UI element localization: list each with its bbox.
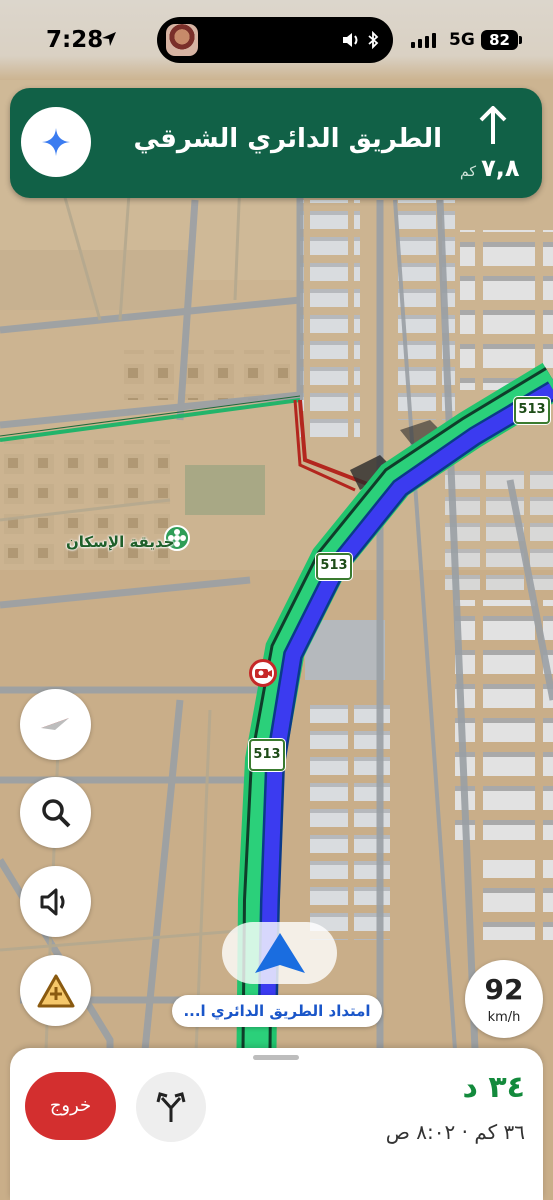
network-type: 5G: [449, 30, 475, 50]
drag-handle[interactable]: [253, 1055, 299, 1060]
distance-value: ٧,٨: [481, 154, 520, 182]
route-shield: 513: [249, 739, 285, 771]
next-street-name: الطريق الدائري الشرقي: [133, 124, 442, 154]
speaker-icon: [40, 888, 64, 915]
search-icon: [41, 798, 70, 827]
current-road-label: امتداد الطريق الدائري ا...: [172, 995, 382, 1027]
speedometer: 92 km/h: [465, 960, 543, 1038]
distance-to-maneuver: ٧,٨ كم: [460, 154, 520, 182]
eta-details: ٣٦ كم · ٨:٠٢ ص: [385, 1120, 525, 1144]
navigation-arrow-icon: [255, 933, 305, 973]
current-location-puck: [222, 922, 337, 984]
trip-summary-sheet[interactable]: خروج ٣٤ د ٣٦ كم · ٨:٠٢ ص: [10, 1048, 543, 1200]
gemini-button[interactable]: [21, 107, 91, 177]
speed-unit: km/h: [487, 1010, 521, 1025]
report-incident-button[interactable]: [20, 955, 91, 1026]
status-bar: 7:28 5G 82: [0, 0, 553, 80]
report-incident-icon: [37, 974, 74, 1007]
battery-icon: 82: [481, 30, 518, 50]
poi-label[interactable]: حديقة الإسكان: [66, 533, 174, 551]
speed-camera-marker[interactable]: [249, 659, 277, 687]
direction-banner[interactable]: الطريق الدائري الشرقي ٧,٨ كم: [10, 88, 542, 198]
speed-value: 92: [484, 973, 524, 1006]
gemini-sparkle-icon: [42, 128, 70, 156]
bluetooth-icon: [368, 31, 379, 49]
eta-duration: ٣٤ د: [462, 1070, 525, 1105]
compass-icon: [40, 717, 69, 730]
speed-camera-icon: [255, 669, 272, 678]
location-arrow-icon: [102, 32, 116, 46]
compass-button[interactable]: [20, 689, 91, 760]
cellular-signal-icon: [411, 33, 436, 48]
search-button[interactable]: [20, 777, 91, 848]
route-shield: 513: [514, 397, 550, 424]
distance-unit: كم: [460, 164, 476, 180]
clock: 7:28: [46, 27, 104, 53]
exit-navigation-button[interactable]: خروج: [25, 1072, 116, 1140]
avatar: [166, 24, 198, 56]
straight-arrow-icon: [479, 106, 507, 144]
alternate-routes-icon: [156, 1092, 186, 1122]
route-shield: 513: [316, 553, 352, 580]
speaker-icon: [343, 33, 358, 47]
alternate-routes-button[interactable]: [136, 1072, 206, 1142]
dynamic-island[interactable]: [157, 17, 393, 63]
sound-button[interactable]: [20, 866, 91, 937]
